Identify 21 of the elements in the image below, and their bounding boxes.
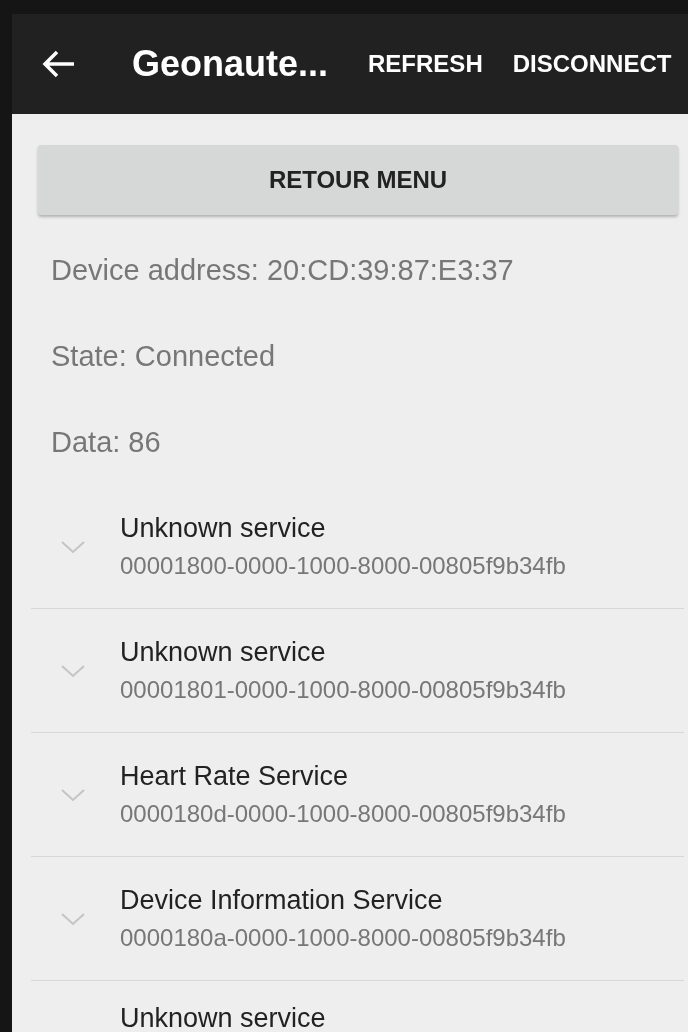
service-name: Unknown service bbox=[120, 637, 327, 668]
service-name: Unknown service bbox=[120, 1003, 326, 1032]
app-title: Geonaute... bbox=[132, 43, 329, 85]
action-button[interactable]: DISCONNECT bbox=[512, 50, 672, 78]
service-uuid: 00001800-0000-1000-8000-00805f9b34fb bbox=[120, 552, 566, 580]
service-name: Device Information Service bbox=[120, 885, 444, 916]
back-arrow-icon[interactable] bbox=[42, 50, 76, 78]
chevron-icon[interactable] bbox=[60, 787, 86, 802]
service-uuid: 0000180a-0000-1000-8000-00805f9b34fb bbox=[120, 924, 566, 952]
info-text: State: Connected bbox=[50, 338, 277, 374]
info-text: Data: 86 bbox=[50, 424, 162, 460]
chevron-icon[interactable] bbox=[60, 539, 86, 554]
chevron-icon[interactable] bbox=[60, 911, 86, 926]
action-button[interactable]: REFRESH bbox=[368, 50, 483, 78]
service-uuid: 00001801-0000-1000-8000-00805f9b34fb bbox=[120, 676, 566, 704]
service-uuid: 0000180d-0000-1000-8000-00805f9b34fb bbox=[120, 800, 566, 828]
info-text: Device address: 20:CD:39:87:E3:37 bbox=[50, 252, 515, 288]
service-name: Unknown service bbox=[120, 513, 327, 544]
service-name: Heart Rate Service bbox=[120, 761, 350, 792]
chevron-icon[interactable] bbox=[60, 663, 86, 678]
back-to-menu-button[interactable]: RETOUR MENU bbox=[38, 145, 678, 215]
